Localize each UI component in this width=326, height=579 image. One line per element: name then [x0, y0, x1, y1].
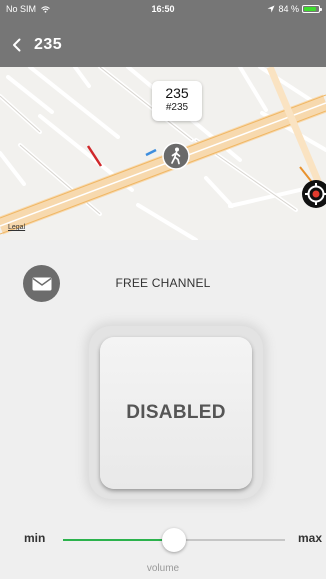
battery-fill — [304, 7, 316, 11]
top-bar: No SIM 16:50 84 % 235 — [0, 0, 326, 67]
nav-row: 235 — [0, 32, 62, 58]
callout-subtitle: #235 — [165, 102, 189, 113]
vehicle-callout[interactable]: 235 #235 — [152, 81, 202, 121]
battery-icon — [302, 5, 322, 13]
location-arrow-icon — [267, 5, 275, 13]
chevron-left-icon — [13, 38, 21, 52]
push-to-talk-button[interactable]: DISABLED — [100, 337, 252, 489]
back-button[interactable] — [0, 32, 34, 58]
volume-label: volume — [146, 563, 180, 574]
legal-link[interactable]: Legal — [8, 224, 25, 231]
target-icon — [305, 183, 326, 205]
volume-max-label: max — [298, 531, 323, 545]
locate-button[interactable] — [302, 180, 326, 208]
volume-slider-thumb[interactable] — [162, 528, 186, 552]
volume-slider-fill — [63, 539, 174, 541]
volume-min-label: min — [24, 531, 46, 545]
pedestrian-icon[interactable] — [162, 142, 190, 170]
callout-title: 235 — [165, 85, 189, 101]
channel-label: FREE CHANNEL — [115, 276, 211, 290]
status-right: 84 % — [267, 0, 322, 18]
page-title: 235 — [34, 36, 63, 53]
battery-percent: 84 % — [278, 4, 299, 14]
map-view[interactable]: 235 #235 Legal — [0, 67, 326, 240]
status-bar: No SIM 16:50 84 % — [0, 0, 326, 18]
